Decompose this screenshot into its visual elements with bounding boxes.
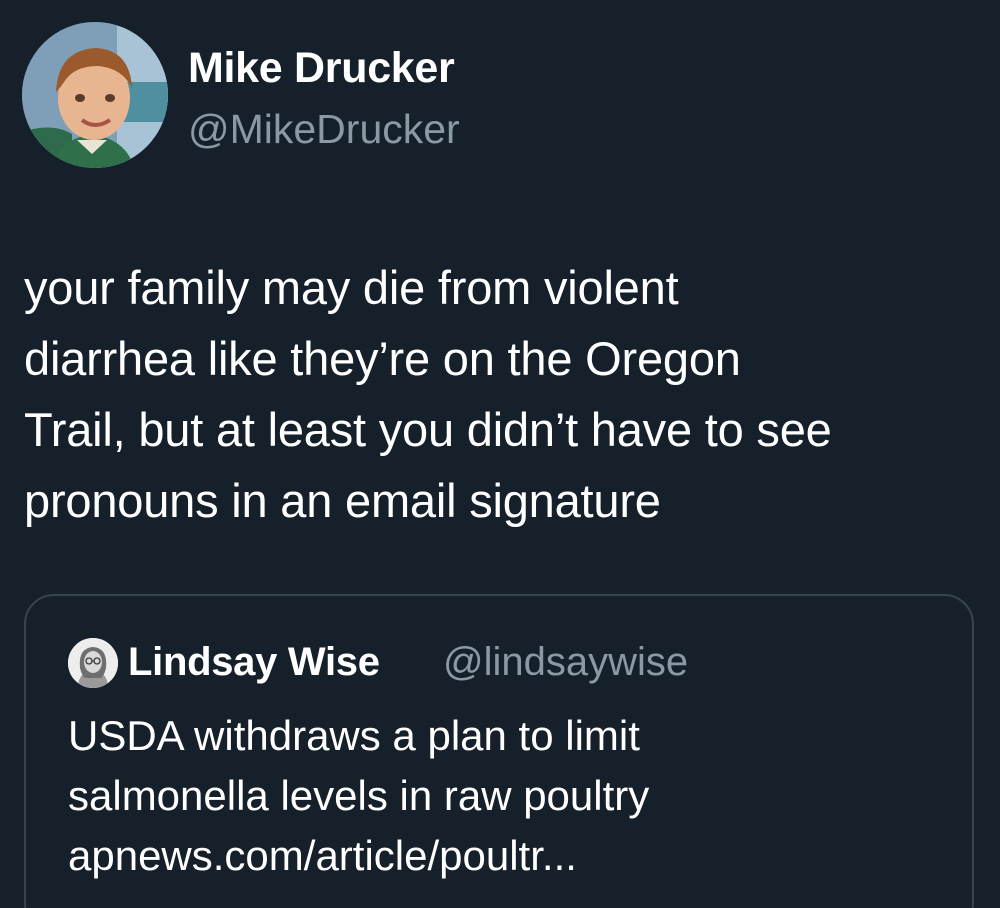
quoted-author-avatar[interactable] bbox=[68, 638, 118, 688]
tweet-author: Mike Drucker @MikeDrucker bbox=[22, 22, 722, 172]
quoted-text-line: USDA withdraws a plan to limit bbox=[68, 712, 640, 759]
quoted-text-line: salmonella levels in raw poultry bbox=[68, 772, 650, 819]
author-display-name[interactable]: Mike Drucker bbox=[188, 44, 455, 93]
tweet-body: your family may die from violent diarrhe… bbox=[24, 252, 984, 536]
tweet-text-line: Trail, but at least you didn’t have to s… bbox=[24, 403, 832, 456]
child-portrait-icon bbox=[22, 22, 168, 168]
quoted-tweet-card[interactable]: Lindsay Wise @lindsaywise USDA withdraws… bbox=[24, 594, 974, 908]
woman-portrait-icon bbox=[68, 638, 118, 688]
tweet-text-line: your family may die from violent bbox=[24, 261, 679, 314]
quoted-author-handle[interactable]: @lindsaywise bbox=[443, 640, 688, 685]
tweet-text-line: diarrhea like they’re on the Oregon bbox=[24, 332, 741, 385]
tweet: Mike Drucker @MikeDrucker your family ma… bbox=[0, 0, 1000, 908]
author-avatar[interactable] bbox=[22, 22, 168, 168]
quoted-tweet-body: USDA withdraws a plan to limit salmonell… bbox=[68, 706, 948, 886]
quoted-article-link[interactable]: apnews.com/article/poultr... bbox=[68, 832, 577, 879]
author-handle[interactable]: @MikeDrucker bbox=[188, 106, 460, 153]
quoted-author-display-name[interactable]: Lindsay Wise bbox=[128, 640, 380, 685]
tweet-text-line: pronouns in an email signature bbox=[24, 474, 661, 527]
